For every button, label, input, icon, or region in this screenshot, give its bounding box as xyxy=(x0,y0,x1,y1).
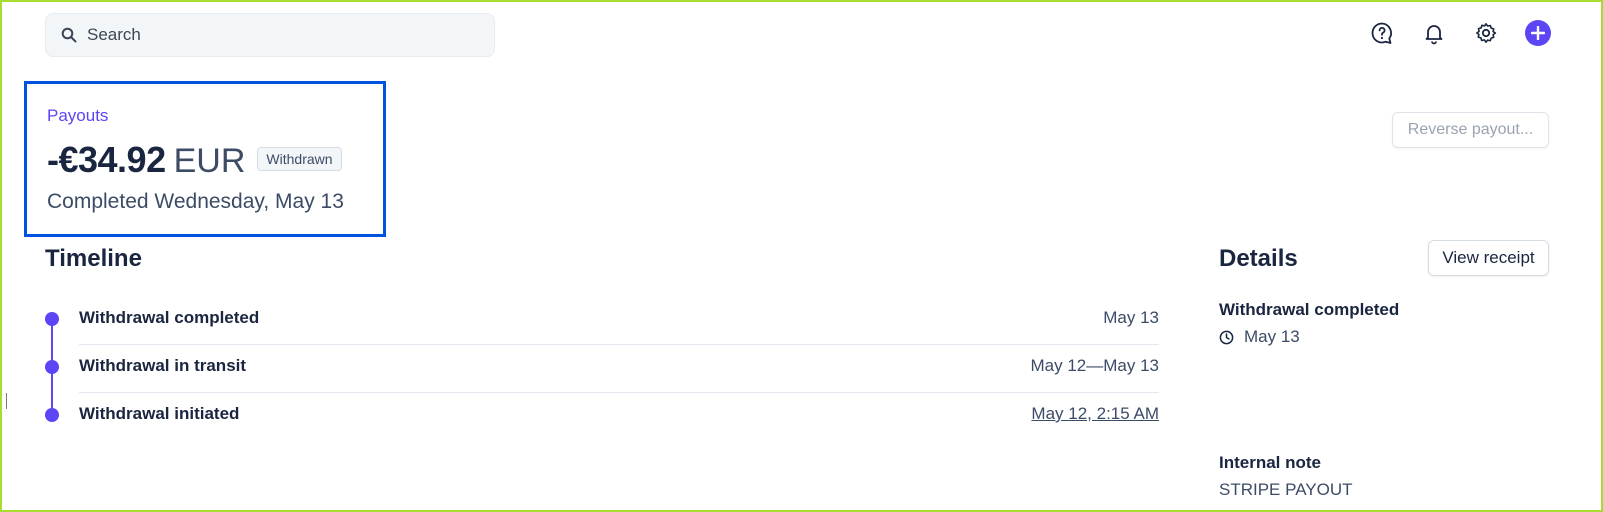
withdrawal-date: May 13 xyxy=(1244,327,1300,346)
payout-currency: EUR xyxy=(173,142,246,180)
timeline-dot xyxy=(45,360,59,374)
clock-icon xyxy=(1219,330,1234,345)
bell-icon[interactable] xyxy=(1421,20,1447,46)
text-cursor-mark xyxy=(6,393,7,409)
internal-note-label: Internal note xyxy=(1219,453,1322,472)
view-receipt-button[interactable]: View receipt xyxy=(1428,240,1549,276)
withdrawal-date-row: May 13 xyxy=(1219,327,1300,347)
search-input[interactable]: Search xyxy=(45,13,495,57)
timeline-dot xyxy=(45,312,59,326)
timeline-title: Timeline xyxy=(45,245,142,272)
help-icon[interactable] xyxy=(1369,20,1395,46)
timeline-dot xyxy=(45,408,59,422)
timeline-event: Withdrawal initiated May 12, 2:15 AM xyxy=(45,393,1159,441)
completed-date: Completed Wednesday, May 13 xyxy=(47,190,344,213)
payout-amount: -€34.92 xyxy=(47,139,166,180)
payout-header: Payouts -€34.92 EUR Withdrawn Completed … xyxy=(24,81,386,237)
internal-note-value: STRIPE PAYOUT xyxy=(1219,480,1353,499)
timeline-event-date-link[interactable]: May 12, 2:15 AM xyxy=(1031,404,1159,424)
topbar-actions xyxy=(1369,20,1551,46)
timeline-event-label: Withdrawal completed xyxy=(79,308,260,327)
amount-row: -€34.92 EUR Withdrawn xyxy=(47,139,342,181)
timeline-event-date: May 13 xyxy=(1103,308,1159,327)
search-icon xyxy=(61,27,77,43)
withdrawal-status-label: Withdrawal completed xyxy=(1219,300,1400,319)
plus-icon[interactable] xyxy=(1525,20,1551,46)
timeline-event: Withdrawal in transit May 12—May 13 xyxy=(45,345,1159,393)
details-title: Details xyxy=(1219,245,1298,272)
gear-icon[interactable] xyxy=(1473,20,1499,46)
breadcrumb-payouts[interactable]: Payouts xyxy=(47,106,108,126)
search-placeholder: Search xyxy=(87,25,141,44)
status-badge: Withdrawn xyxy=(257,147,342,171)
timeline-event-label: Withdrawal in transit xyxy=(79,356,247,375)
timeline-event: Withdrawal completed May 13 xyxy=(45,297,1159,345)
timeline-event-label: Withdrawal initiated xyxy=(79,404,240,423)
reverse-payout-button[interactable]: Reverse payout... xyxy=(1392,112,1549,148)
timeline-event-date: May 12—May 13 xyxy=(1030,356,1160,375)
